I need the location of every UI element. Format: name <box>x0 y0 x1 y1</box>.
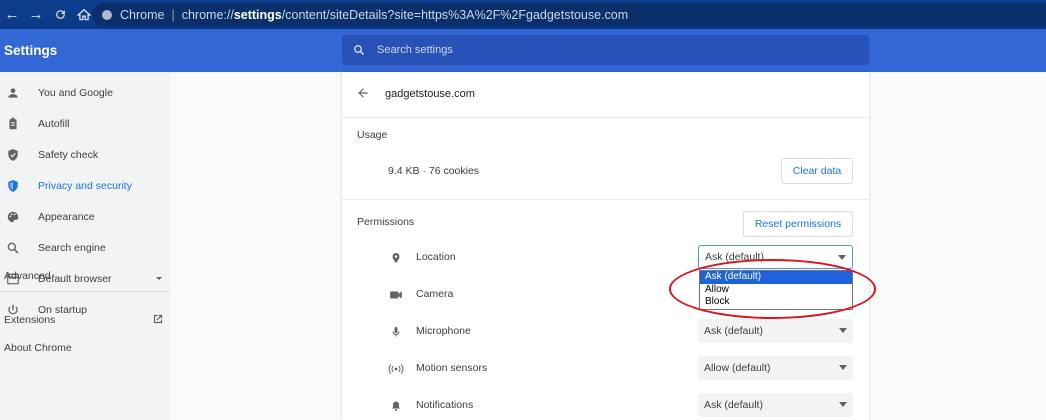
sidebar-item-label: Privacy and security <box>38 180 132 192</box>
omnibox-label: Chrome <box>120 7 165 22</box>
open-external-icon[interactable] <box>151 312 165 331</box>
sidebar-item-you-and-google[interactable]: You and Google <box>0 79 170 107</box>
permissions-heading: Permissions <box>357 216 415 228</box>
dropdown-arrow-icon <box>839 365 847 370</box>
page-title: Settings <box>4 43 58 58</box>
permission-label: Microphone <box>416 325 471 337</box>
reset-permissions-button[interactable]: Reset permissions <box>743 211 853 237</box>
usage-heading: Usage <box>357 129 388 141</box>
url-host: settings <box>233 7 282 22</box>
permission-row-notifications: Notifications Ask (default) <box>342 388 869 420</box>
dropdown-arrow-icon <box>838 255 846 260</box>
clipboard-icon <box>0 117 26 131</box>
shield-check-icon <box>0 148 26 162</box>
highlight-ellipse <box>669 259 876 319</box>
sidebar-item-label: Safety check <box>38 149 99 161</box>
site-title: gadgetstouse.com <box>385 88 475 100</box>
sidebar-item-label: Search engine <box>38 242 106 254</box>
bell-icon <box>388 398 404 414</box>
reload-icon[interactable] <box>48 0 72 29</box>
sidebar-item-search-engine[interactable]: Search engine <box>0 234 170 262</box>
url-path: /content/siteDetails?site=https%3A%2F%2F… <box>281 7 629 22</box>
sidebar-about[interactable]: About Chrome <box>4 342 72 354</box>
palette-icon <box>0 210 26 224</box>
permission-row-microphone: Microphone Ask (default) <box>342 314 869 350</box>
back-arrow-icon[interactable]: ← <box>0 0 24 29</box>
sidebar-item-label: Autofill <box>38 118 70 130</box>
back-arrow-icon[interactable] <box>356 86 370 105</box>
forward-arrow-icon[interactable]: → <box>24 0 48 29</box>
dropdown-arrow-icon <box>839 328 847 333</box>
sensors-icon <box>388 361 404 377</box>
permission-row-motion-sensors: Motion sensors Allow (default) <box>342 351 869 387</box>
sidebar-item-safety-check[interactable]: Safety check <box>0 141 170 169</box>
chevron-down-icon[interactable] <box>154 270 164 288</box>
sidebar-extensions[interactable]: Extensions <box>4 314 55 326</box>
usage-value: 9.4 KB · 76 cookies <box>388 165 480 177</box>
dropdown-arrow-icon <box>839 402 847 407</box>
microphone-icon <box>388 324 404 340</box>
divider <box>342 199 869 200</box>
permission-label: Motion sensors <box>416 362 488 374</box>
divider <box>342 117 869 118</box>
search-input[interactable]: Search settings <box>342 35 869 65</box>
permission-label: Notifications <box>416 399 474 411</box>
location-pin-icon <box>388 250 404 266</box>
permission-select[interactable]: Allow (default) <box>698 356 853 380</box>
sidebar-item-autofill[interactable]: Autofill <box>0 110 170 138</box>
person-icon <box>0 86 26 100</box>
search-icon <box>354 45 364 55</box>
permission-select[interactable]: Ask (default) <box>698 393 853 417</box>
sidebar-item-label: Appearance <box>38 211 95 223</box>
address-bar[interactable]: Chrome | chrome:// settings /content/sit… <box>92 3 1046 26</box>
sidebar-item-label: You and Google <box>38 87 113 99</box>
search-placeholder: Search settings <box>377 44 453 56</box>
permission-label: Location <box>416 251 456 263</box>
clear-data-button[interactable]: Clear data <box>781 158 853 184</box>
chrome-secure-icon <box>102 9 112 20</box>
omnibox-separator: | <box>171 7 175 22</box>
sidebar-advanced[interactable]: Advanced <box>4 270 51 282</box>
permission-select-value: Ask (default) <box>704 325 763 337</box>
shield-icon <box>0 179 26 193</box>
url-prefix: chrome:// <box>181 7 234 22</box>
permission-label: Camera <box>416 288 454 300</box>
sidebar-item-privacy-and-security[interactable]: Privacy and security <box>0 172 170 200</box>
permission-select-value: Ask (default) <box>704 399 763 411</box>
sidebar-divider <box>0 291 170 292</box>
sidebar-item-appearance[interactable]: Appearance <box>0 203 170 231</box>
permission-select-value: Allow (default) <box>704 362 771 374</box>
permission-select[interactable]: Ask (default) <box>698 319 853 343</box>
camera-icon <box>388 287 404 303</box>
search-icon <box>0 241 26 255</box>
